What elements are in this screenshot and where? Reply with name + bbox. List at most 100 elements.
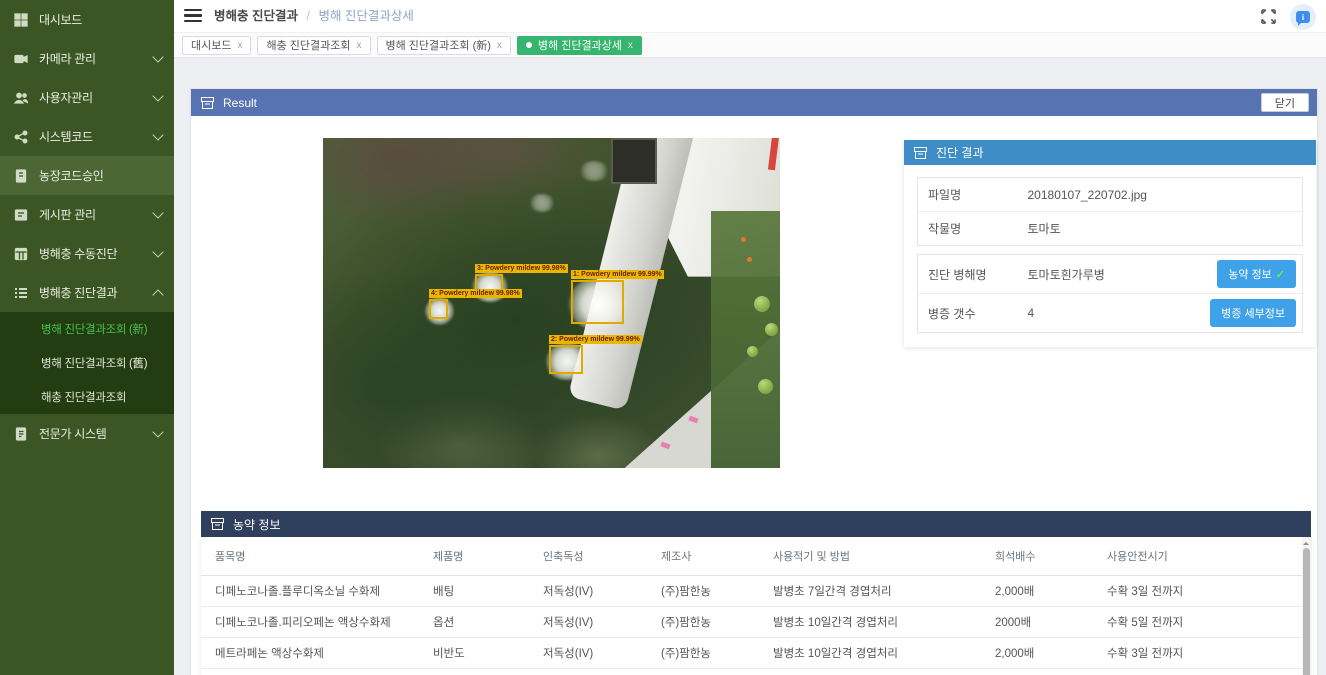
camera-icon <box>14 52 28 66</box>
chevron-down-icon <box>152 51 163 62</box>
result-panel: Result 닫기 <box>190 88 1318 675</box>
diagnosis-row: 진단 병해명토마토흰가루병 농약 정보✓ <box>918 255 1303 294</box>
pesticide-column-header: 사용안전시기 <box>1093 537 1311 576</box>
scrollbar-up-arrow-icon[interactable] <box>1303 539 1309 545</box>
tab-label: 병해 진단결과상세 <box>538 37 622 53</box>
pesticide-column-header: 제조사 <box>647 537 759 576</box>
diagnosis-row-action: 농약 정보✓ <box>1179 255 1303 294</box>
hamburger-menu-icon[interactable] <box>184 9 202 23</box>
expert-icon <box>14 427 28 441</box>
diagnosis-row-value: 4 <box>1014 294 1179 333</box>
tab-close-icon[interactable]: x <box>628 40 633 51</box>
sidebar-item-10[interactable]: 해충 진단결과조회 <box>0 380 174 414</box>
sidebar-item-5[interactable]: 게시판 관리 <box>0 195 174 234</box>
photo-tomato <box>758 379 773 394</box>
tab-label: 대시보드 <box>191 37 231 53</box>
sidebar-item-label: 대시보드 <box>39 11 162 28</box>
sidebar-item-4[interactable]: 농장코드승인 <box>0 156 174 195</box>
photo-flower <box>747 257 752 262</box>
diagnosis-row-label: 진단 병해명 <box>918 255 1014 294</box>
pesticide-cell: (주)팜한농 <box>647 576 759 607</box>
diagnosis-row: 파일명20180107_220702.jpg <box>918 178 1303 212</box>
pesticide-cell: (주)팜한농 <box>647 669 759 675</box>
tab-close-icon[interactable]: x <box>357 40 362 51</box>
sidebar-item-9[interactable]: 병해 진단결과조회 (舊) <box>0 346 174 380</box>
result-panel-body: 1: Powdery mildew 99.99%2: Powdery milde… <box>191 116 1317 675</box>
pesticide-column-header: 인축독성 <box>529 537 647 576</box>
tab-2[interactable]: 병해 진단결과조회 (新)x <box>377 36 511 55</box>
sidebar-item-8[interactable]: 병해 진단결과조회 (新) <box>0 312 174 346</box>
dashboard-icon <box>14 13 28 27</box>
photo-tomato <box>765 323 778 336</box>
pesticide-cell: 수확 5일 전까지 <box>1093 607 1311 638</box>
sidebar-nav: 대시보드카메라 관리사용자관리시스템코드농장코드승인게시판 관리병해충 수동진단… <box>0 0 174 453</box>
chevron-down-icon <box>152 129 163 140</box>
sidebar: 대시보드카메라 관리사용자관리시스템코드농장코드승인게시판 관리병해충 수동진단… <box>0 0 174 675</box>
info-button[interactable]: i <box>1290 4 1316 30</box>
breadcrumb-separator: / <box>306 9 309 23</box>
detection-label-3: 3: Powdery mildew 99.98% <box>475 264 568 273</box>
topbar-actions: i <box>1261 0 1316 33</box>
pesticide-info-button[interactable]: 농약 정보✓ <box>1217 260 1296 288</box>
sidebar-item-0[interactable]: 대시보드 <box>0 0 174 39</box>
main-area: 병해충 진단결과 / 병해 진단결과상세 i 대시보드x해충 진단결과조회x병해… <box>174 0 1326 675</box>
diagnosis-row-label: 병증 갯수 <box>918 294 1014 333</box>
fullscreen-icon[interactable] <box>1261 9 1276 24</box>
photo-tomato <box>747 346 758 357</box>
detection-box-4 <box>429 299 448 319</box>
chevron-down-icon <box>152 90 163 101</box>
sidebar-item-1[interactable]: 카메라 관리 <box>0 39 174 78</box>
pesticide-cell: 디페노코나졸.피리오페논 액상수화제 <box>201 607 419 638</box>
pesticide-table-wrap: 품목명제품명인축독성제조사사용적기 및 방법희석배수사용안전시기 디페노코나졸.… <box>201 537 1311 675</box>
pesticide-cell: 발병초 7일간격 경엽처리 <box>759 576 981 607</box>
diagnosis-row-value: 토마토흰가루병 <box>1014 255 1179 294</box>
archive-icon <box>201 97 214 109</box>
tab-close-icon[interactable]: x <box>237 40 242 51</box>
tab-3[interactable]: 병해 진단결과상세 x <box>517 36 642 55</box>
sidebar-item-11[interactable]: 전문가 시스템 <box>0 414 174 453</box>
pesticide-panel-header: 농약 정보 <box>201 511 1311 537</box>
pesticide-row[interactable]: 메트라페논 액상수화제비반도저독성(IV)(주)팜한농발병초 10일간격 경엽처… <box>201 669 1311 675</box>
pesticide-cell: 발병초 10일간격 경엽처리 <box>759 638 981 669</box>
sidebar-item-label: 농장코드승인 <box>39 167 162 184</box>
result-panel-title: Result <box>223 96 257 110</box>
scrollbar-thumb[interactable] <box>1303 548 1310 675</box>
pesticide-column-header: 사용적기 및 방법 <box>759 537 981 576</box>
content-area: Result 닫기 <box>174 59 1326 675</box>
chevron-down-icon <box>152 426 163 437</box>
sidebar-item-label: 카메라 관리 <box>39 50 154 67</box>
photo-pot <box>611 138 657 184</box>
symptom-detail-button[interactable]: 병증 세부정보 <box>1210 299 1296 327</box>
sidebar-item-6[interactable]: 병해충 수동진단 <box>0 234 174 273</box>
tab-1[interactable]: 해충 진단결과조회 x <box>257 36 370 55</box>
diagnosis-panel-header: 진단 결과 <box>904 140 1316 165</box>
table-scrollbar[interactable] <box>1302 537 1311 675</box>
detection-box-2 <box>549 345 583 374</box>
pesticide-column-header: 희석배수 <box>981 537 1093 576</box>
result-panel-header: Result 닫기 <box>191 89 1317 116</box>
sidebar-item-3[interactable]: 시스템코드 <box>0 117 174 156</box>
sidebar-item-7[interactable]: 병해충 진단결과 <box>0 273 174 312</box>
sidebar-item-label: 병해 진단결과조회 (新) <box>41 321 162 337</box>
tab-label: 해충 진단결과조회 <box>266 37 350 53</box>
pesticide-cell: 발병초 10일간격 경엽처리 <box>759 607 981 638</box>
pesticide-row[interactable]: 메트라페논 액상수화제비반도저독성(IV)(주)팜한농발병초 10일간격 경엽처… <box>201 638 1311 669</box>
pesticide-row[interactable]: 디페노코나졸.피리오페논 액상수화제옵션저독성(IV)(주)팜한농발병초 10일… <box>201 607 1311 638</box>
diagnosis-row-value: 20180107_220702.jpg <box>1014 178 1303 212</box>
close-button[interactable]: 닫기 <box>1261 93 1309 112</box>
tab-bar: 대시보드x해충 진단결과조회x병해 진단결과조회 (新)x병해 진단결과상세x <box>174 33 1326 58</box>
sidebar-item-label: 게시판 관리 <box>39 206 154 223</box>
tab-0[interactable]: 대시보드 x <box>182 36 251 55</box>
diagnosis-row-value: 토마토 <box>1014 212 1303 246</box>
diagnosis-panel-title: 진단 결과 <box>936 144 984 161</box>
detection-label-2: 2: Powdery mildew 99.99% <box>549 335 642 344</box>
pesticide-cell: 저독성(IV) <box>529 638 647 669</box>
breadcrumb: 병해충 진단결과 / 병해 진단결과상세 <box>214 0 414 33</box>
pesticide-column-header: 제품명 <box>419 537 529 576</box>
archive-icon <box>211 518 224 530</box>
tab-close-icon[interactable]: x <box>497 40 502 51</box>
sidebar-item-2[interactable]: 사용자관리 <box>0 78 174 117</box>
detection-label-4: 4: Powdery mildew 99.98% <box>429 289 522 298</box>
pesticide-cell: (주)팜한농 <box>647 638 759 669</box>
pesticide-row[interactable]: 디페노코나졸.플루디옥소닐 수화제배팅저독성(IV)(주)팜한농발병초 7일간격… <box>201 576 1311 607</box>
